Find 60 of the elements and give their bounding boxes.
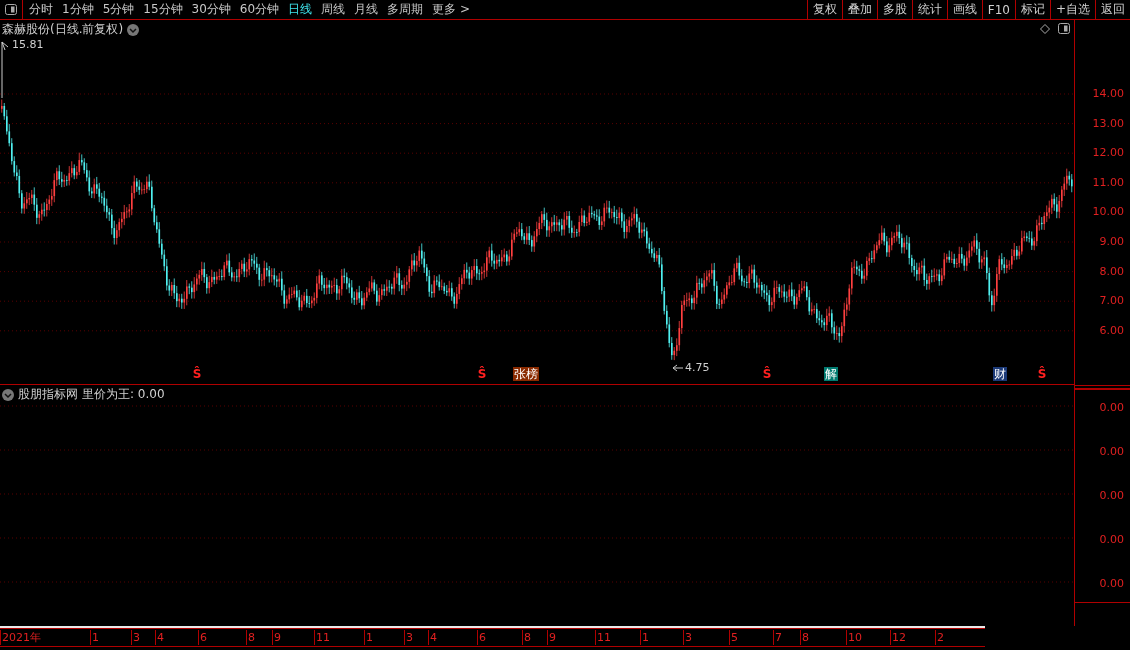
axis-label: 1 — [364, 630, 373, 645]
axis-label: 10.00 — [1092, 205, 1124, 219]
period-tab[interactable]: 更多 > — [432, 1, 470, 18]
axis-label: 11 — [314, 630, 330, 645]
axis-label: 3 — [131, 630, 140, 645]
axis-label: 5 — [729, 630, 738, 645]
axis-label: 8 — [800, 630, 809, 645]
axis-label: 0.00 — [1099, 445, 1124, 458]
event-tag: 解 — [824, 367, 838, 381]
axis-label: 0.00 — [1099, 489, 1124, 502]
axis-label: 0.00 — [1099, 533, 1124, 546]
period-tab[interactable]: 30分钟 — [191, 1, 231, 18]
axis-label: 6 — [477, 630, 486, 645]
axis-label: 14.00 — [1092, 87, 1124, 100]
axis-label: 11.00 — [1092, 175, 1124, 189]
axis-label: 8 — [522, 630, 531, 645]
axis-label: 8 — [246, 630, 255, 645]
axis-label: 3 — [404, 630, 413, 645]
axis-label: 11 — [595, 630, 611, 645]
period-tab[interactable]: 60分钟 — [239, 1, 280, 18]
axis-label: 7 — [773, 630, 782, 645]
period-tab[interactable]: 15分钟 — [143, 1, 183, 18]
axis-label: 0.00 — [1099, 577, 1124, 590]
axis-label: 1 — [640, 630, 649, 645]
axis-label: 3 — [683, 630, 692, 645]
axis-label: 1 — [90, 630, 99, 645]
period-tab[interactable]: 多周期 — [387, 1, 424, 18]
axis-label: 4 — [428, 630, 437, 645]
axis-label: 2 — [935, 630, 944, 645]
axis-label: 12 — [890, 630, 906, 645]
period-tab[interactable]: 周线 — [321, 1, 346, 18]
period-tab[interactable]: 月线 — [354, 1, 379, 18]
axis-label: 10 — [846, 630, 862, 645]
axis-label: 0.00 — [1099, 401, 1124, 414]
axis-label: 9 — [547, 630, 556, 645]
axis-label: 12.00 — [1092, 146, 1124, 160]
signal-marker: Ŝ — [477, 367, 487, 381]
axis-label: 6 — [198, 630, 207, 645]
event-tag: 张榜 — [513, 367, 539, 381]
event-tag: 财 — [993, 367, 1007, 381]
signal-marker: Ŝ — [762, 367, 772, 381]
axis-label: 2021年 — [0, 630, 41, 645]
period-tab[interactable]: 5分钟 — [102, 1, 135, 18]
signal-marker: Ŝ — [192, 367, 202, 381]
period-tab[interactable]: 分时 — [29, 1, 53, 18]
period-tab[interactable]: 日线 — [288, 1, 313, 18]
axis-label: 9.00 — [1099, 235, 1124, 248]
chart-title: 森赫股份(日线.前复权) — [2, 21, 124, 38]
axis-label: 7.00 — [1099, 294, 1124, 308]
axis-label: 6.00 — [1099, 323, 1124, 337]
axis-label: 9 — [272, 630, 281, 645]
indicator-name: 股朋指标网 — [18, 386, 78, 403]
period-tab[interactable]: 1分钟 — [62, 1, 94, 18]
indicator-reading: 里价为王: 0.00 — [82, 386, 165, 403]
axis-label: 4 — [155, 630, 164, 645]
signal-marker: Ŝ — [1037, 367, 1047, 381]
price-label: 4.75 — [685, 361, 710, 374]
price-label: 15.81 — [12, 38, 44, 51]
axis-label: 8.00 — [1099, 264, 1124, 278]
axis-label: 13.00 — [1092, 116, 1124, 130]
